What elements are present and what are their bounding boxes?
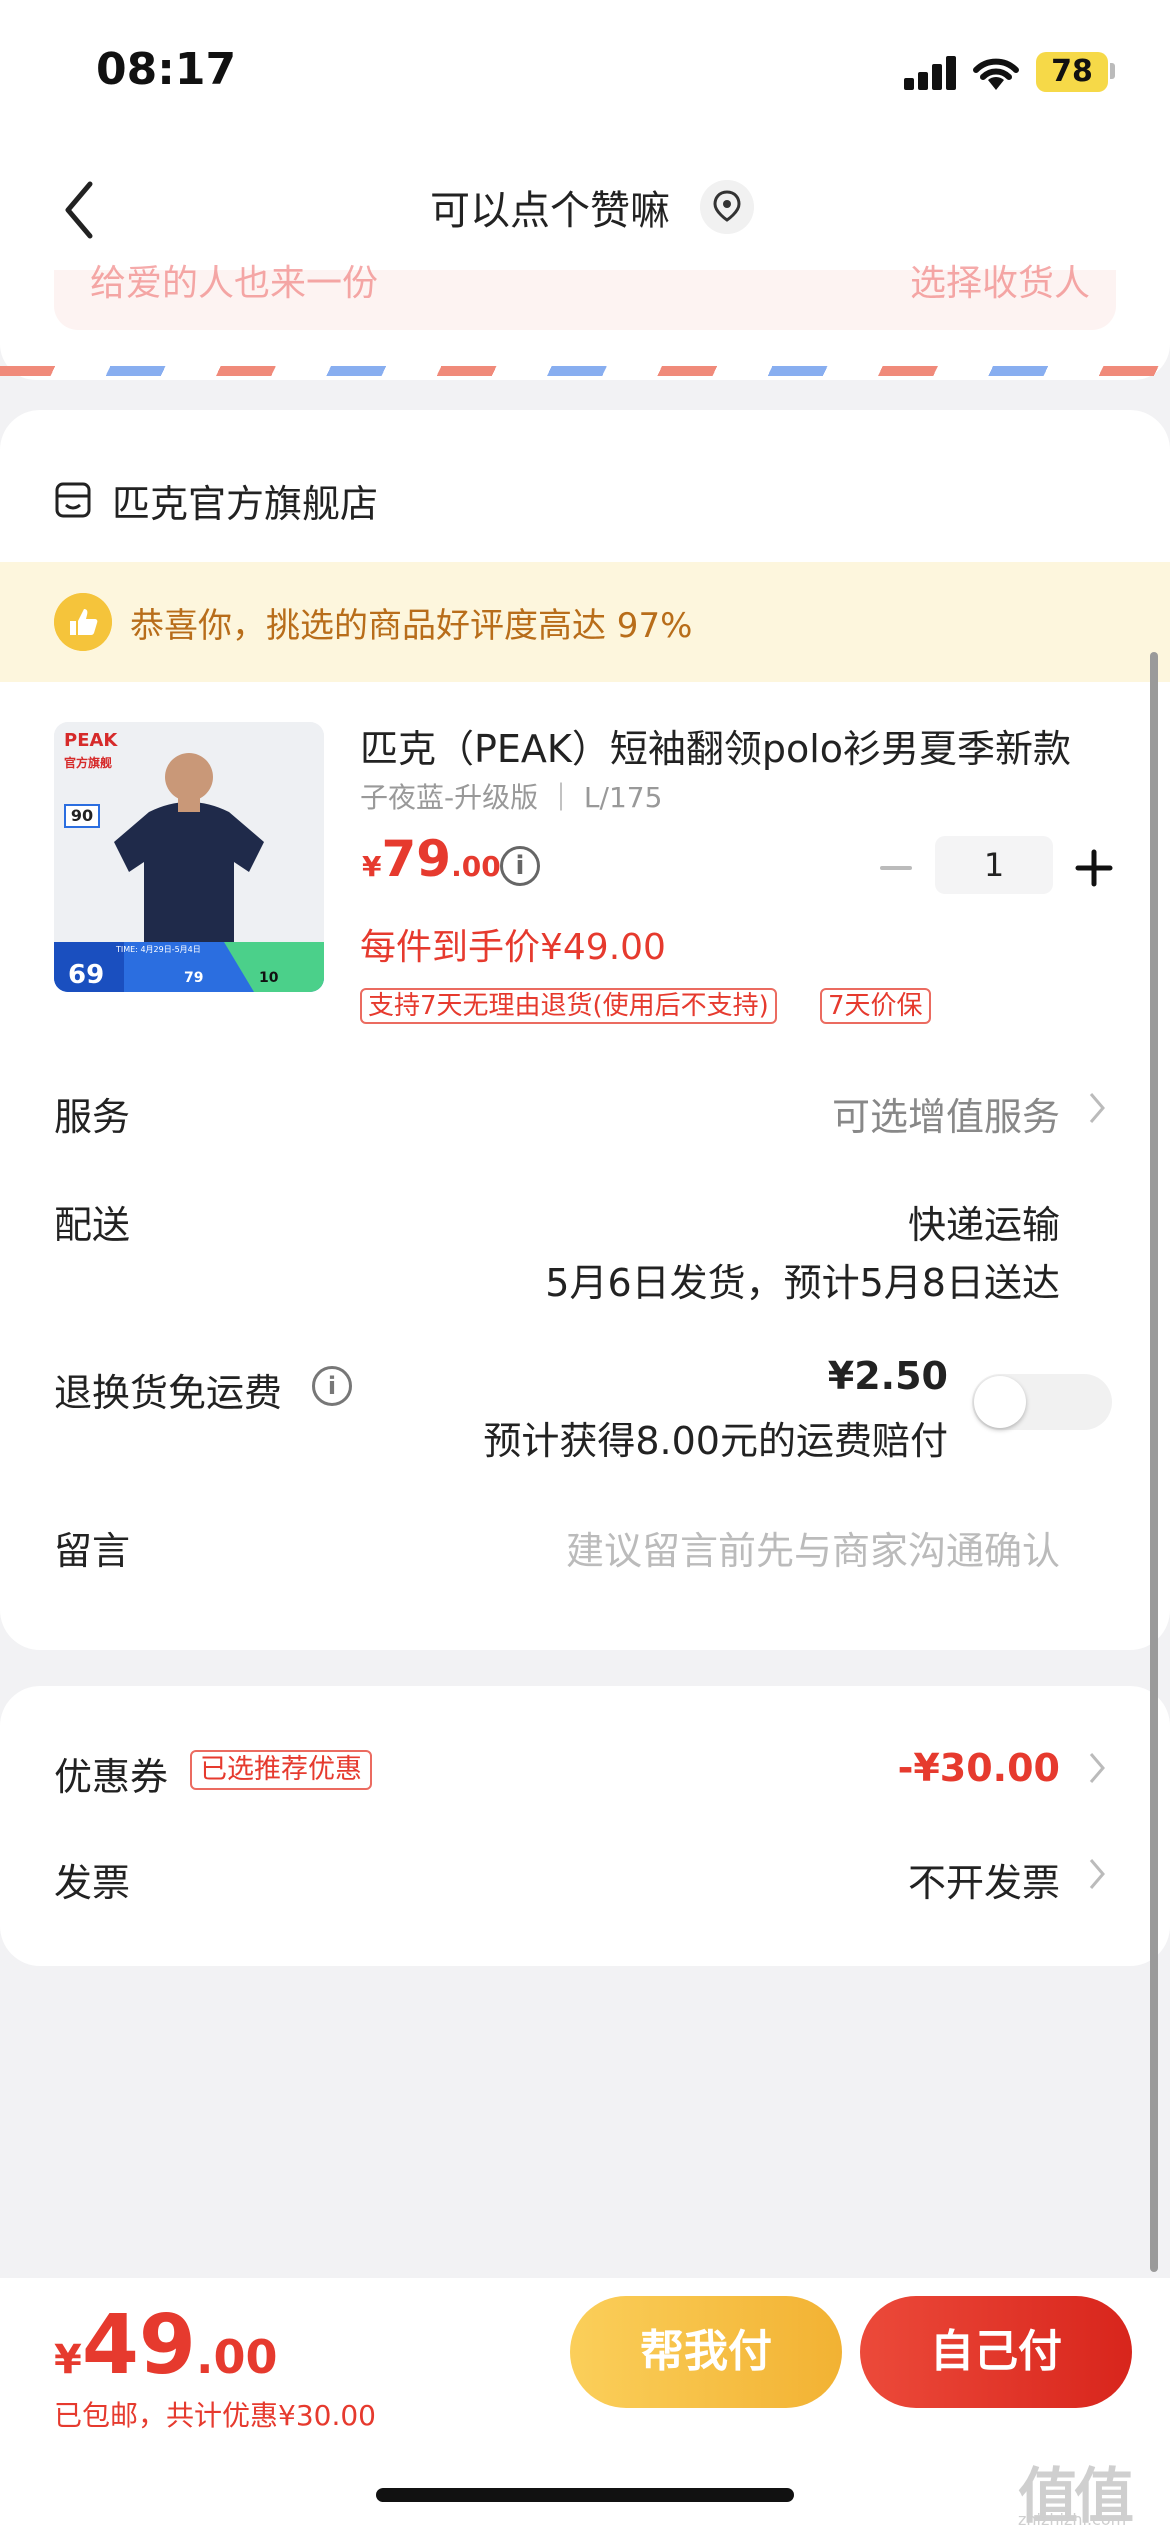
scrollbar[interactable] xyxy=(1150,652,1158,2272)
address-hint: 给爱的人也来一份 xyxy=(90,263,379,304)
nav-bar: 可以点个赞嘛 xyxy=(0,140,1170,270)
total-price: ¥49.00 xyxy=(54,2298,277,2393)
product-coupon-2: 10 xyxy=(259,970,279,986)
price-decimal: .00 xyxy=(451,850,501,883)
message-input[interactable]: 建议留言前先与商家沟通确认 xyxy=(566,1520,1060,1575)
price-integer: 79 xyxy=(381,830,452,888)
return-shipping-price: ¥2.50 xyxy=(827,1354,948,1398)
praise-banner: 恭喜你，挑选的商品好评度高达 97% xyxy=(0,562,1170,682)
return-info-icon[interactable]: i xyxy=(312,1366,352,1406)
status-bar: 08:17 78 xyxy=(0,0,1170,140)
invoice-chevron-icon[interactable] xyxy=(1086,1854,1108,1894)
coupon-recommend-tag: 已选推荐优惠 xyxy=(190,1750,372,1790)
page-title: 可以点个赞嘛 xyxy=(430,188,670,234)
total-decimal: .00 xyxy=(195,2330,278,2384)
toggle-knob xyxy=(974,1376,1026,1428)
delivery-label: 配送 xyxy=(54,1203,131,1247)
airmail-stripe xyxy=(0,366,1170,376)
discount-card: 优惠券 已选推荐优惠 -¥30.00 发票 不开发票 xyxy=(0,1686,1170,1966)
coupon-label: 优惠券 xyxy=(54,1755,169,1799)
coupon-chevron-icon[interactable] xyxy=(1086,1748,1108,1788)
price-symbol: ¥ xyxy=(362,850,382,883)
quantity-stepper[interactable]: 1 xyxy=(935,836,1053,894)
product-price: ¥79.00 xyxy=(362,830,501,888)
service-label: 服务 xyxy=(54,1095,131,1139)
location-icon[interactable] xyxy=(700,180,754,234)
service-chevron-icon[interactable] xyxy=(1086,1088,1108,1128)
delivery-method: 快递运输 xyxy=(907,1203,1060,1247)
home-indicator xyxy=(376,2488,794,2502)
delivery-date: 5月6日发货，预计5月8日送达 xyxy=(545,1261,1060,1305)
service-value[interactable]: 可选增值服务 xyxy=(832,1086,1060,1141)
per-item-price: 每件到手价¥49.00 xyxy=(360,927,666,968)
return-shipping-toggle[interactable] xyxy=(972,1374,1112,1430)
battery-icon: 78 xyxy=(1036,52,1108,92)
self-pay-button[interactable]: 自己付 xyxy=(860,2296,1132,2408)
watermark-url: zhizhizhi.com xyxy=(1018,2510,1127,2529)
product-store-mark: 官方旗舰 xyxy=(64,756,113,770)
thumbs-up-icon xyxy=(54,593,112,651)
message-label: 留言 xyxy=(54,1529,131,1573)
wifi-icon xyxy=(973,58,1019,90)
order-card: 匹克官方旗舰店 恭喜你，挑选的商品好评度高达 97% PEAK 官方旗舰 90 … xyxy=(0,410,1170,1650)
total-subtext: 已包邮，共计优惠¥30.00 xyxy=(54,2399,376,2432)
product-price-badge: 69 xyxy=(68,960,105,990)
signal-icon xyxy=(904,56,956,90)
decrease-quantity-button[interactable] xyxy=(878,850,914,886)
coupon-value[interactable]: -¥30.00 xyxy=(898,1746,1060,1790)
store-row[interactable]: 匹克官方旗舰店 xyxy=(54,470,378,530)
store-icon xyxy=(55,482,91,518)
store-name: 匹克官方旗舰店 xyxy=(112,481,379,526)
choose-recipient-link[interactable]: 选择收货人 xyxy=(910,254,1090,306)
product-time: TIME: 4月29日-5月4日 xyxy=(116,945,201,954)
return-shipping-label: 退换货免运费 xyxy=(54,1371,283,1415)
product-badge: 90 xyxy=(64,804,100,828)
price-protection-tag: 7天价保 xyxy=(820,988,931,1024)
product-brand: PEAK xyxy=(64,730,118,751)
total-integer: 49 xyxy=(81,2298,196,2393)
status-time: 08:17 xyxy=(96,44,237,95)
price-info-icon[interactable]: i xyxy=(500,846,540,886)
product-image[interactable]: PEAK 官方旗舰 90 TIME: 4月29日-5月4日 69 79 10 xyxy=(54,722,324,992)
return-policy-tag: 支持7天无理由退货(使用后不支持) xyxy=(360,988,777,1024)
total-symbol: ¥ xyxy=(54,2337,82,2383)
battery-tip xyxy=(1110,63,1115,79)
increase-quantity-button[interactable] xyxy=(1074,848,1114,888)
product-spec[interactable]: 子夜蓝-升级版 ｜ L/175 xyxy=(360,776,662,816)
return-shipping-desc: 预计获得8.00元的运费赔付 xyxy=(483,1419,948,1463)
product-coupon-1: 79 xyxy=(184,970,204,986)
praise-text: 恭喜你，挑选的商品好评度高达 97% xyxy=(130,605,693,646)
invoice-label: 发票 xyxy=(54,1861,131,1905)
product-title[interactable]: 匹克（PEAK）短袖翻领polo衫男夏季新款 xyxy=(360,718,1120,773)
help-pay-button[interactable]: 帮我付 xyxy=(570,2296,842,2408)
invoice-value[interactable]: 不开发票 xyxy=(908,1852,1060,1907)
